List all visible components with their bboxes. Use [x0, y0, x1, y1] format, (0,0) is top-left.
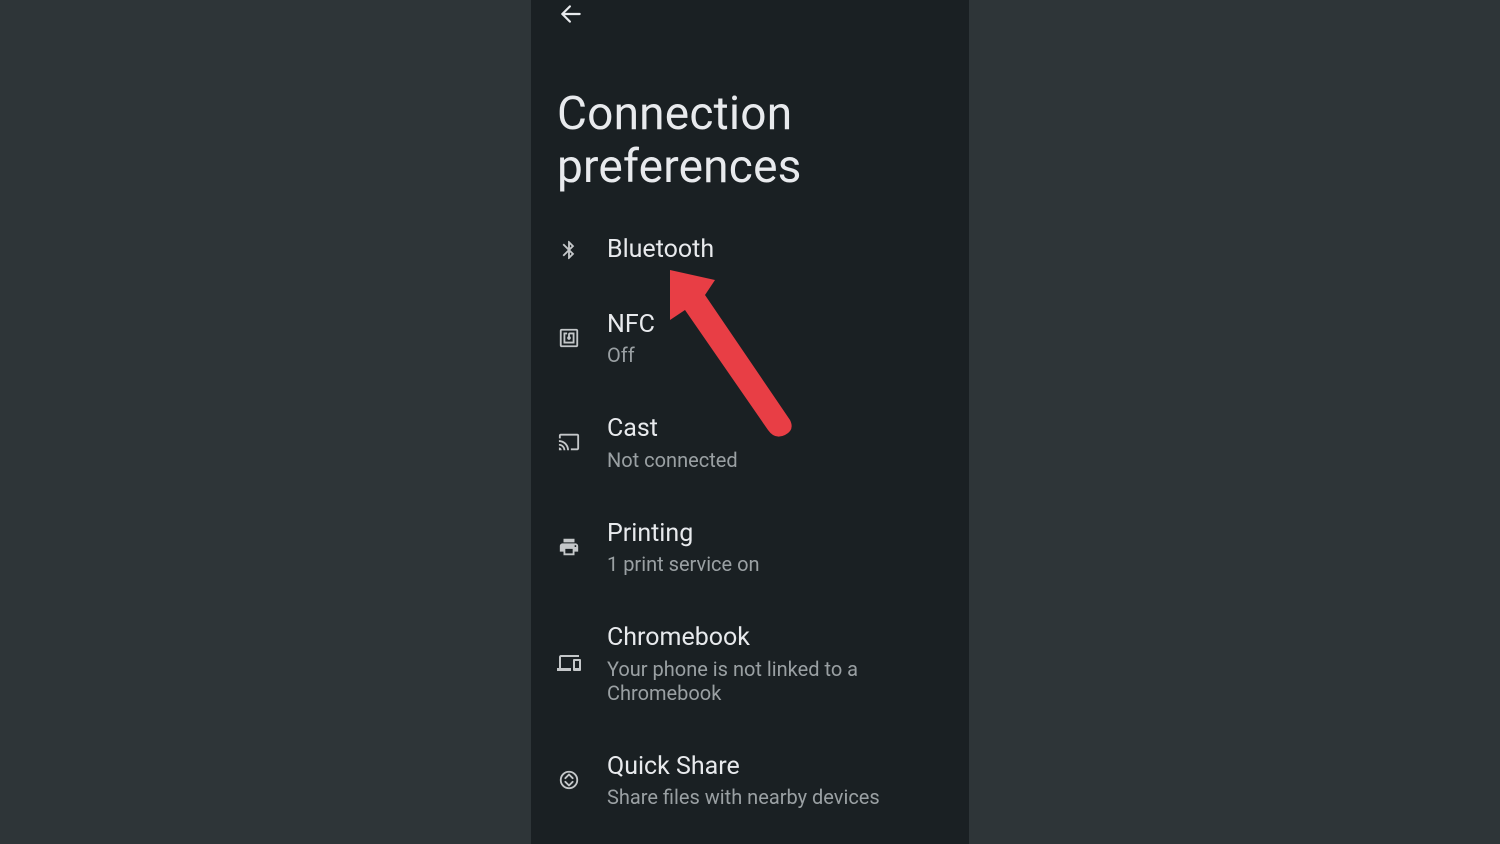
- settings-list: Bluetooth NFC Off Cast: [531, 224, 969, 844]
- item-text: NFC Off: [607, 309, 655, 368]
- item-title: Quick Share: [607, 751, 880, 784]
- settings-item-nfc[interactable]: NFC Off: [531, 295, 969, 382]
- item-subtitle: Not connected: [607, 448, 738, 472]
- settings-item-chromebook[interactable]: Chromebook Your phone is not linked to a…: [531, 608, 969, 719]
- quick-share-icon: [557, 768, 581, 792]
- item-text: Quick Share Share files with nearby devi…: [607, 751, 880, 810]
- item-text: Bluetooth: [607, 234, 714, 267]
- printer-icon: [557, 535, 581, 559]
- nfc-icon: [557, 326, 581, 350]
- item-subtitle: Share files with nearby devices: [607, 785, 880, 809]
- item-title: NFC: [607, 309, 655, 342]
- chromebook-icon: [557, 651, 581, 675]
- settings-item-printing[interactable]: Printing 1 print service on: [531, 504, 969, 591]
- item-subtitle: Off: [607, 343, 655, 367]
- item-subtitle: Your phone is not linked to a Chromebook: [607, 657, 943, 705]
- item-subtitle: 1 print service on: [607, 552, 760, 576]
- item-title: Bluetooth: [607, 234, 714, 267]
- item-text: Printing 1 print service on: [607, 518, 760, 577]
- settings-item-cast[interactable]: Cast Not connected: [531, 399, 969, 486]
- settings-screen: Connection preferences Bluetooth NFC O: [531, 0, 969, 844]
- item-text: Chromebook Your phone is not linked to a…: [607, 622, 943, 705]
- page-title: Connection preferences: [557, 88, 969, 194]
- arrow-left-icon: [558, 1, 584, 27]
- settings-item-bluetooth[interactable]: Bluetooth: [531, 224, 969, 277]
- back-button[interactable]: [557, 0, 585, 28]
- item-title: Chromebook: [607, 622, 943, 655]
- item-text: Cast Not connected: [607, 413, 738, 472]
- item-title: Printing: [607, 518, 760, 551]
- bluetooth-icon: [557, 238, 581, 262]
- item-title: Cast: [607, 413, 738, 446]
- cast-icon: [557, 430, 581, 454]
- settings-item-quick-share[interactable]: Quick Share Share files with nearby devi…: [531, 737, 969, 824]
